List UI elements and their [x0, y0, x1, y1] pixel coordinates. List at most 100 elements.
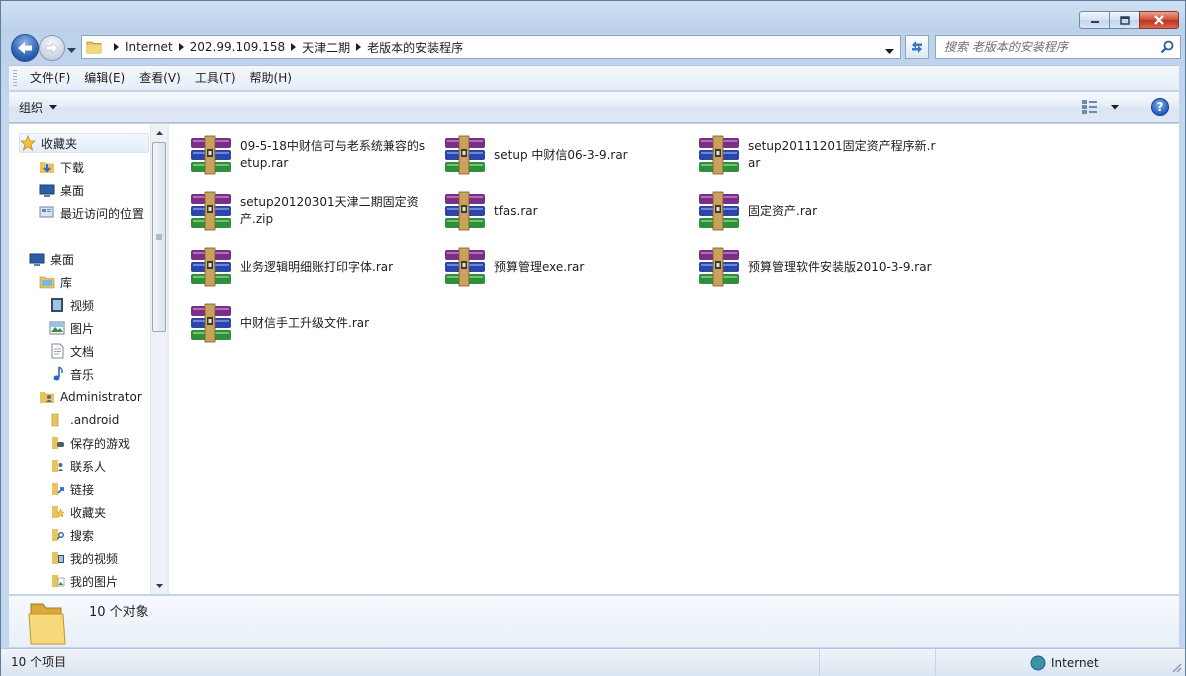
chevron-down-icon — [49, 105, 58, 110]
file-item[interactable]: setup20111201固定资产程序新.rar — [697, 133, 947, 177]
breadcrumb-current-folder[interactable]: 老版本的安装程序 — [367, 39, 463, 56]
nav-scrollbar[interactable] — [150, 124, 167, 594]
folder-icon — [28, 603, 66, 645]
scroll-thumb[interactable] — [152, 142, 166, 332]
file-name: 中财信手工升级文件.rar — [240, 315, 370, 330]
breadcrumb-separator-icon[interactable] — [178, 43, 184, 51]
nav-android-label: .android — [70, 413, 120, 427]
close-icon — [1154, 15, 1164, 25]
back-button[interactable] — [11, 34, 39, 62]
nav-desktop-fav-label: 桌面 — [60, 183, 85, 198]
breadcrumb-separator-icon[interactable] — [356, 43, 362, 51]
nav-saved-games-label: 保存的游戏 — [70, 436, 131, 451]
nav-libraries[interactable]: 库 — [39, 272, 72, 292]
nav-downloads[interactable]: 下载 — [39, 157, 84, 177]
winrar-archive-icon — [191, 135, 231, 175]
file-item[interactable]: setup 中财信06-3-9.rar — [443, 133, 693, 177]
breadcrumb-server[interactable]: 202.99.109.158 — [190, 40, 285, 54]
address-dropdown-button[interactable] — [885, 44, 894, 58]
menu-grip — [13, 70, 17, 86]
explorer-window: Internet 202.99.109.158 天津二期 老版本的安装程序 文件… — [0, 0, 1186, 676]
minimize-button[interactable] — [1079, 11, 1109, 29]
winrar-archive-icon — [445, 191, 485, 231]
menu-edit[interactable]: 编辑(E) — [77, 67, 132, 89]
nav-recent-label: 最近访问的位置 — [60, 206, 145, 221]
navigation-pane: 收藏夹 下载 桌面 最近访问的位置 桌面 库 视频 图片 文档 音乐 Admin… — [9, 124, 167, 594]
recent-places-icon — [39, 205, 55, 221]
forward-button[interactable] — [39, 35, 65, 61]
refresh-button[interactable] — [905, 35, 929, 59]
file-list: 09-5-18中财信可与老系统兼容的setup.rar setup 中财信06-… — [169, 124, 1179, 594]
nav-desktop-fav[interactable]: 桌面 — [39, 180, 84, 200]
breadcrumb-internet[interactable]: Internet — [125, 40, 173, 54]
nav-recent-places[interactable]: 最近访问的位置 — [39, 203, 144, 223]
nav-searches[interactable]: 搜索 — [49, 525, 94, 545]
nav-videos[interactable]: 视频 — [49, 295, 94, 315]
menu-tools[interactable]: 工具(T) — [188, 67, 243, 89]
nav-user-folder[interactable]: Administrator — [39, 387, 142, 407]
nav-my-videos[interactable]: 我的视频 — [49, 548, 118, 568]
nav-music-label: 音乐 — [70, 367, 95, 382]
nav-pictures-label: 图片 — [70, 321, 95, 336]
folder-icon — [49, 412, 65, 428]
nav-user-favorites[interactable]: 收藏夹 — [49, 502, 106, 522]
minimize-icon — [1090, 21, 1099, 23]
zone-label: Internet — [1051, 655, 1099, 670]
recent-pages-dropdown[interactable] — [67, 43, 76, 57]
file-item[interactable]: setup20120301天津二期固定资产.zip — [189, 189, 439, 233]
menu-view[interactable]: 查看(V) — [132, 67, 188, 89]
search-icon[interactable] — [1160, 40, 1174, 54]
nav-my-pictures[interactable]: 我的图片 — [49, 571, 118, 591]
maximize-icon — [1119, 15, 1130, 25]
file-item[interactable]: 预算管理软件安装版2010-3-9.rar — [697, 245, 947, 289]
globe-icon — [1030, 655, 1046, 670]
file-name: setup20111201固定资产程序新.rar — [748, 139, 936, 170]
nav-favorites[interactable]: 收藏夹 — [19, 133, 149, 153]
picture-icon — [49, 320, 65, 336]
status-separator — [819, 649, 820, 676]
breadcrumb-separator-icon[interactable] — [291, 43, 297, 51]
scroll-up-button[interactable] — [151, 124, 167, 141]
winrar-archive-icon — [699, 135, 739, 175]
file-item[interactable]: 业务逻辑明细账打印字体.rar — [189, 245, 439, 289]
menu-help[interactable]: 帮助(H) — [243, 67, 299, 89]
search-input[interactable] — [944, 40, 1144, 54]
help-button[interactable]: ? — [1151, 98, 1169, 116]
file-item[interactable]: 09-5-18中财信可与老系统兼容的setup.rar — [189, 133, 439, 177]
close-button[interactable] — [1139, 11, 1179, 29]
nav-desktop-label: 桌面 — [50, 252, 75, 267]
nav-pictures[interactable]: 图片 — [49, 318, 94, 338]
address-bar[interactable]: Internet 202.99.109.158 天津二期 老版本的安装程序 — [81, 35, 901, 59]
video-icon — [49, 297, 65, 313]
resize-grip-icon[interactable] — [1170, 661, 1182, 673]
back-arrow-icon — [18, 42, 32, 54]
breadcrumb-separator-icon[interactable] — [114, 43, 119, 51]
scroll-down-button[interactable] — [151, 577, 167, 594]
search-box[interactable] — [935, 35, 1181, 59]
music-icon — [49, 366, 65, 382]
change-view-button[interactable] — [1081, 99, 1119, 115]
nav-music[interactable]: 音乐 — [49, 364, 94, 384]
nav-links[interactable]: 链接 — [49, 479, 94, 499]
scroll-down-icon — [155, 583, 163, 588]
file-item[interactable]: 中财信手工升级文件.rar — [189, 301, 439, 345]
file-item[interactable]: 固定资产.rar — [697, 189, 947, 233]
nav-favorites-label: 收藏夹 — [41, 136, 78, 151]
maximize-button[interactable] — [1109, 11, 1139, 29]
file-item[interactable]: 预算管理exe.rar — [443, 245, 693, 289]
nav-videos-label: 视频 — [70, 298, 95, 313]
file-name: setup20120301天津二期固定资产.zip — [240, 195, 419, 226]
grip-icon — [156, 234, 162, 240]
file-name: 固定资产.rar — [748, 203, 818, 218]
nav-saved-games[interactable]: 保存的游戏 — [49, 433, 130, 453]
nav-desktop[interactable]: 桌面 — [29, 249, 74, 269]
nav-android[interactable]: .android — [49, 410, 119, 430]
desktop-icon — [29, 251, 45, 267]
nav-contacts[interactable]: 联系人 — [49, 456, 106, 476]
organize-button[interactable]: 组织 — [19, 92, 58, 123]
nav-documents[interactable]: 文档 — [49, 341, 94, 361]
breadcrumb-tianjin[interactable]: 天津二期 — [302, 39, 350, 56]
chevron-down-icon — [1111, 104, 1119, 109]
file-item[interactable]: tfas.rar — [443, 189, 693, 233]
menu-file[interactable]: 文件(F) — [23, 67, 77, 89]
